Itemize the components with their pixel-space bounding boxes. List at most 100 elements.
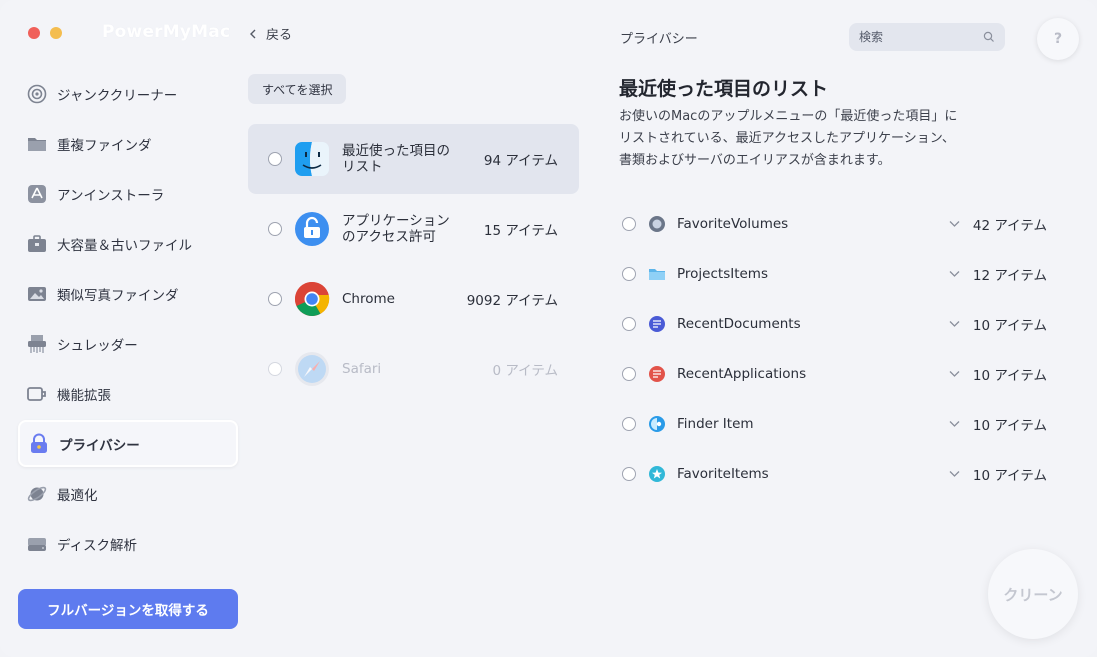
item-count: 12 アイテム [972,268,1047,284]
unlock-icon [295,212,329,246]
search-box[interactable] [849,23,1005,51]
sidebar-item-label: 最適化 [57,487,98,504]
sidebar-item-shredder[interactable]: シュレッダー [18,320,238,367]
list-item[interactable]: Chrome 9092 アイテム [248,264,579,334]
sidebar-item-disk-analysis[interactable]: ディスク解析 [18,520,238,567]
item-count: 15 アイテム [483,223,558,239]
search-input[interactable] [859,30,979,44]
privacy-app-list: 最近使った項目のリスト 94 アイテム アプリケーションのアクセス許可 15 ア… [248,124,579,404]
lock-icon [28,433,50,455]
close-window-button[interactable] [28,27,40,39]
window-controls [28,27,62,39]
target-icon [26,83,48,105]
checkbox[interactable] [268,152,282,166]
detail-title: 最近使った項目のリスト [619,78,829,100]
item-name: ProjectsItems [677,266,768,282]
chevron-down-icon[interactable] [949,370,960,378]
section-label: プライバシー [620,32,698,47]
sidebar-item-extensions[interactable]: 機能拡張 [18,370,238,417]
checkbox[interactable] [622,417,636,431]
safari-icon [295,352,329,386]
chrome-icon [294,281,330,316]
app-window: PowerMyMac 戻る プライバシー ? ジャンククリーナー 重複ファインダ… [0,0,1097,657]
item-name: RecentApplications [677,366,807,382]
list-item[interactable]: FavoriteItems 10 アイテム [619,449,1049,499]
sidebar-item-junk-cleaner[interactable]: ジャンククリーナー [18,70,238,117]
sidebar-item-large-old-files[interactable]: 大容量＆古いファイル [18,220,238,267]
sidebar-item-label: ディスク解析 [57,537,138,554]
list-item[interactable]: 最近使った項目のリスト 94 アイテム [248,124,579,194]
sidebar-item-label: ジャンククリーナー [57,87,178,104]
item-count: 10 アイテム [972,418,1047,434]
sidebar-item-optimization[interactable]: 最適化 [18,470,238,517]
checkbox[interactable] [622,317,636,331]
finder-icon [295,142,329,176]
chevron-left-icon [250,29,256,38]
sidebar-item-similar-photos[interactable]: 類似写真ファインダ [18,270,238,317]
sidebar-item-label: 類似写真ファインダ [57,287,179,304]
sidebar-item-uninstaller[interactable]: アンインストーラ [18,170,238,217]
extension-icon [26,383,48,405]
list-item[interactable]: FavoriteVolumes 42 アイテム [619,199,1049,249]
sidebar-item-label: 重複ファインダ [57,137,152,154]
select-all-button[interactable]: すべてを選択 [248,74,347,104]
sidebar-item-label: 機能拡張 [57,387,111,404]
checkbox[interactable] [268,362,282,376]
list-item[interactable]: ProjectsItems 12 アイテム [619,249,1049,299]
checkbox[interactable] [622,467,636,481]
chevron-down-icon[interactable] [949,320,960,328]
item-count: 94 アイテム [483,153,558,169]
help-icon: ? [1053,31,1063,47]
back-label: 戻る [266,28,293,43]
photo-icon [26,283,48,305]
clean-button[interactable]: クリーン [988,549,1078,639]
item-count: 0 アイテム [492,363,558,379]
checkbox[interactable] [622,217,636,231]
list-item[interactable]: RecentApplications 10 アイテム [619,349,1049,399]
checkbox[interactable] [268,222,282,236]
sidebar-item-label: アンインストーラ [57,187,165,204]
disk-icon [26,533,48,555]
chevron-down-icon[interactable] [949,270,960,278]
back-button[interactable]: 戻る [248,24,292,43]
app-title: PowerMyMac [102,22,231,42]
item-count: 10 アイテム [972,318,1047,334]
list-item[interactable]: Safari 0 アイテム [248,334,579,404]
sidebar-item-label: シュレッダー [57,337,138,354]
briefcase-icon [26,233,48,255]
item-count: 9092 アイテム [466,293,558,309]
app-name: Chrome [342,291,395,307]
minimize-window-button[interactable] [50,27,62,39]
app-name: アプリケーションのアクセス許可 [342,213,450,245]
list-item[interactable]: RecentDocuments 10 アイテム [619,299,1049,349]
get-full-version-button[interactable]: フルバージョンを取得する [18,589,238,629]
chevron-down-icon[interactable] [949,220,960,228]
chevron-down-icon[interactable] [949,420,960,428]
chevron-down-icon[interactable] [949,470,960,478]
item-count: 10 アイテム [972,368,1047,384]
sidebar-item-privacy[interactable]: プライバシー [18,420,238,467]
checkbox[interactable] [268,292,282,306]
checkbox[interactable] [622,367,636,381]
detail-item-list: FavoriteVolumes 42 アイテム ProjectsItems 12… [619,199,1049,499]
sidebar-item-label: プライバシー [59,437,140,454]
sidebar: ジャンククリーナー 重複ファインダ アンインストーラ 大容量＆古いファイル 類似… [18,70,238,570]
application-icon [649,366,665,382]
item-name: RecentDocuments [677,316,801,332]
sidebar-item-duplicate-finder[interactable]: 重複ファインダ [18,120,238,167]
item-count: 10 アイテム [972,468,1047,484]
item-count: 42 アイテム [972,218,1047,234]
finder-item-icon [649,416,665,432]
folder-icon [649,269,665,280]
detail-description: お使いのMacのアップルメニューの「最近使った項目」にリストされている、最近アク… [619,109,958,168]
folder-icon [26,133,48,155]
sidebar-item-label: 大容量＆古いファイル [57,237,192,254]
checkbox[interactable] [622,267,636,281]
app-name: 最近使った項目のリスト [342,143,450,175]
app-name: Safari [342,361,382,377]
item-name: FavoriteItems [677,466,769,482]
list-item[interactable]: Finder Item 10 アイテム [619,399,1049,449]
list-item[interactable]: アプリケーションのアクセス許可 15 アイテム [248,194,579,264]
help-button[interactable]: ? [1037,18,1079,60]
disk-volume-icon [649,216,665,232]
